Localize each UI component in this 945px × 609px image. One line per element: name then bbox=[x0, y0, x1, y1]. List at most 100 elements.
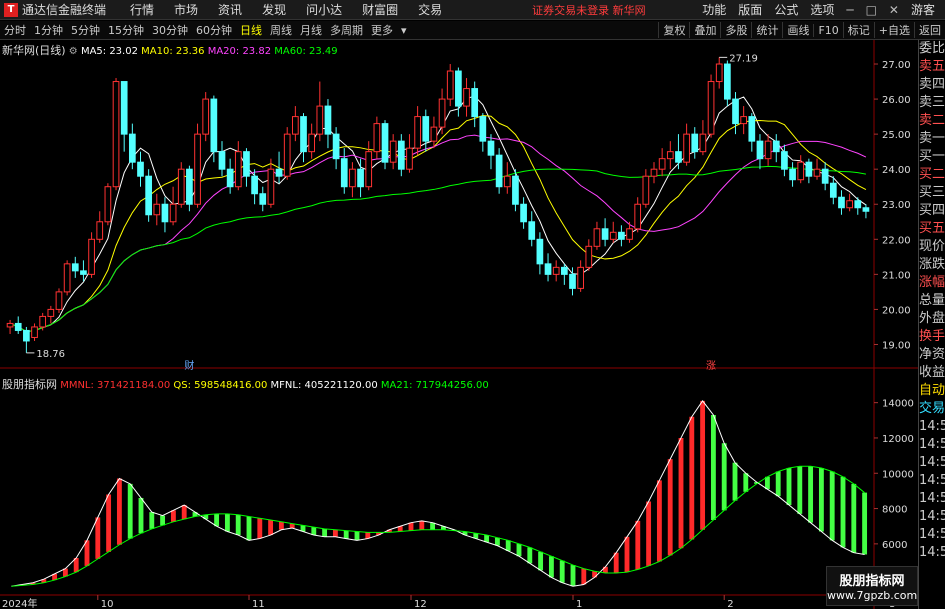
menu-bar: T 通达信金融终端 行情 市场 资讯 发现 问小达 财富圈 交易 证券交易未登录… bbox=[0, 0, 945, 20]
menu-caifuquan[interactable]: 财富圈 bbox=[352, 1, 408, 18]
candle-body-99 bbox=[813, 168, 821, 177]
panel-item-28: 14:56 bbox=[919, 545, 945, 560]
main-ytick-label-2: 21.00 bbox=[882, 270, 911, 281]
candle-body-62 bbox=[512, 175, 519, 205]
maximize-icon[interactable]: □ bbox=[860, 3, 883, 17]
period-30min[interactable]: 30分钟 bbox=[148, 22, 192, 38]
candle-body-12 bbox=[104, 186, 112, 223]
sub-ytick-label-4: 14000 bbox=[882, 399, 914, 410]
ma5-line bbox=[9, 95, 867, 333]
candle-body-82 bbox=[675, 151, 682, 163]
panel-item-18: 收益 bbox=[919, 365, 945, 380]
chart-canvas[interactable]: 19.00 20.00 21.00 22.00 23.00 24.00 25.00 26.00… bbox=[0, 40, 918, 609]
ma60-line bbox=[9, 165, 867, 333]
main-ytick-label-3: 22.00 bbox=[882, 235, 911, 246]
candle-body-37 bbox=[308, 133, 316, 153]
btn-f10[interactable]: F10 bbox=[813, 23, 842, 37]
candle-body-93 bbox=[764, 140, 772, 160]
period-1min[interactable]: 1分钟 bbox=[30, 22, 67, 38]
panel-item-16: 换手 bbox=[919, 329, 945, 344]
panel-item-3: 卖三 bbox=[919, 95, 945, 110]
more-chevron-icon[interactable]: ▾ bbox=[397, 24, 411, 37]
main-ytick-label-4: 23.00 bbox=[882, 200, 911, 211]
menu-banmian[interactable]: 版面 bbox=[732, 1, 768, 18]
period-monthly[interactable]: 月线 bbox=[296, 22, 326, 38]
btn-diejia[interactable]: 叠加 bbox=[689, 22, 720, 38]
panel-item-2: 卖四 bbox=[919, 77, 945, 92]
period-60min[interactable]: 60分钟 bbox=[192, 22, 236, 38]
candle-body-101 bbox=[829, 182, 837, 198]
candle-body-52 bbox=[430, 126, 438, 142]
close-icon[interactable]: ✕ bbox=[883, 3, 905, 17]
candle-body-34 bbox=[283, 133, 291, 177]
candle-body-43 bbox=[357, 168, 364, 188]
candle-body-27 bbox=[226, 168, 234, 188]
panel-item-20[interactable]: 交易 bbox=[919, 400, 945, 418]
btn-huaxian[interactable]: 画线 bbox=[782, 22, 813, 38]
candle-body-65 bbox=[536, 238, 544, 265]
panel-item-13: 涨幅 bbox=[919, 275, 945, 290]
period-fenshi[interactable]: 分时 bbox=[0, 22, 30, 38]
xaxis-month-3: 1 bbox=[576, 599, 582, 609]
panel-item-14: 总量 bbox=[919, 293, 945, 308]
candle-body-18 bbox=[153, 203, 161, 216]
candle-body-30 bbox=[251, 175, 258, 195]
menu-shichang[interactable]: 市场 bbox=[164, 1, 208, 18]
candle-body-53 bbox=[438, 98, 446, 128]
candle-body-13 bbox=[112, 81, 120, 188]
menu-faxian[interactable]: 发现 bbox=[252, 1, 296, 18]
marker-cai: 财 bbox=[184, 359, 194, 372]
candle-body-56 bbox=[463, 88, 470, 107]
menu-jiaoyi[interactable]: 交易 bbox=[408, 1, 452, 18]
panel-item-12: 涨跌 bbox=[919, 257, 945, 272]
btn-fanhui[interactable]: 返回 bbox=[914, 22, 945, 38]
menu-xuanxiang[interactable]: 选项 bbox=[804, 1, 840, 18]
panel-item-17: 净资 bbox=[919, 347, 945, 362]
menu-gongneng[interactable]: 功能 bbox=[696, 1, 732, 18]
candle-body-0 bbox=[6, 322, 14, 328]
panel-item-11: 现价 bbox=[919, 239, 945, 254]
main-ytick-label-0: 19.00 bbox=[882, 340, 911, 351]
menu-hangqing[interactable]: 行情 bbox=[120, 1, 164, 18]
btn-fuquan[interactable]: 复权 bbox=[658, 22, 689, 38]
candle-body-77 bbox=[634, 203, 642, 230]
candle-body-9 bbox=[80, 270, 87, 275]
btn-duogu[interactable]: 多股 bbox=[720, 22, 751, 38]
period-more[interactable]: 更多 bbox=[367, 22, 397, 38]
btn-biaoji[interactable]: 标记 bbox=[842, 22, 874, 38]
candle-body-7 bbox=[63, 263, 71, 293]
period-weekly[interactable]: 周线 bbox=[266, 22, 296, 38]
sub-ytick-label-0: 6000 bbox=[882, 540, 907, 551]
candle-body-85 bbox=[699, 133, 707, 153]
btn-tongji[interactable]: 统计 bbox=[751, 22, 782, 38]
menu-zixun[interactable]: 资讯 bbox=[208, 1, 252, 18]
panel-item-9: 买四 bbox=[919, 203, 945, 218]
period-daily[interactable]: 日线 bbox=[236, 22, 266, 38]
candle-body-33 bbox=[275, 168, 283, 177]
login-notice[interactable]: 证券交易未登录 新华网 bbox=[532, 2, 646, 18]
watermark-url: www.7gpzb.com bbox=[827, 589, 918, 602]
minimize-icon[interactable]: ─ bbox=[840, 3, 859, 17]
menu-wenxiaoda[interactable]: 问小达 bbox=[296, 1, 352, 18]
candle-body-78 bbox=[642, 175, 650, 205]
candle-body-88 bbox=[724, 63, 731, 100]
xaxis-month-1: 11 bbox=[252, 599, 265, 609]
period-5min[interactable]: 5分钟 bbox=[67, 22, 104, 38]
panel-item-19[interactable]: 自动 bbox=[919, 382, 945, 400]
period-multi[interactable]: 多周期 bbox=[326, 22, 367, 38]
menu-gongshi[interactable]: 公式 bbox=[768, 1, 804, 18]
candle-body-102 bbox=[838, 196, 845, 209]
period-15min[interactable]: 15分钟 bbox=[104, 22, 148, 38]
app-logo-icon: T bbox=[4, 2, 18, 17]
candle-body-55 bbox=[455, 70, 462, 107]
panel-item-10: 买五 bbox=[919, 221, 945, 236]
candle-body-61 bbox=[503, 175, 511, 188]
btn-zixuan[interactable]: +自选 bbox=[873, 22, 914, 38]
guest-button[interactable]: 游客 bbox=[905, 1, 941, 18]
candle-body-44 bbox=[365, 151, 373, 188]
candle-body-92 bbox=[756, 140, 764, 160]
sub-ytick-label-1: 8000 bbox=[882, 505, 907, 516]
panel-item-8: 买三 bbox=[919, 185, 945, 200]
candle-body-31 bbox=[259, 193, 267, 205]
candle-body-19 bbox=[161, 203, 169, 223]
